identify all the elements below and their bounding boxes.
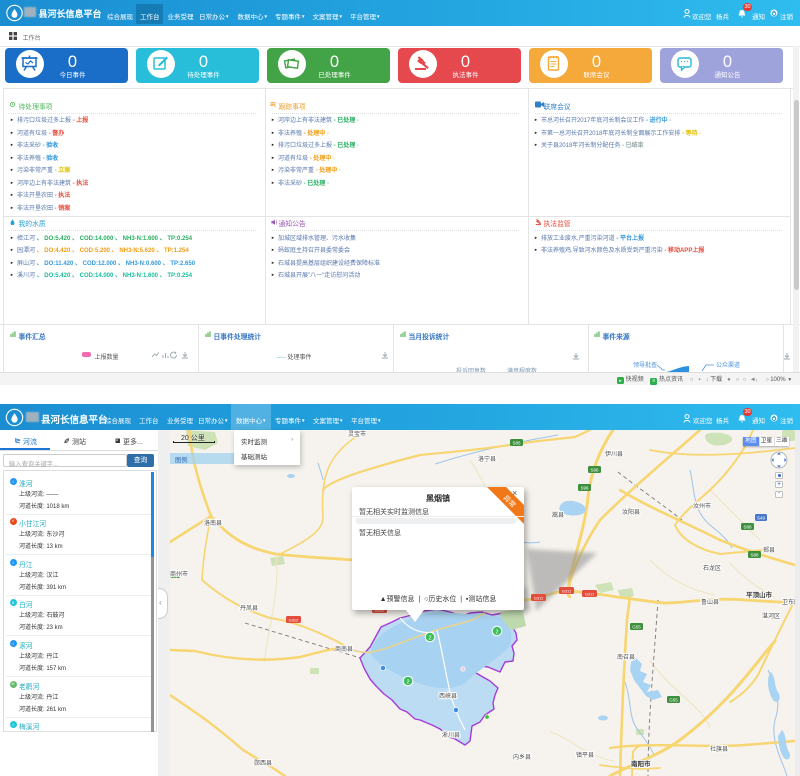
svg-text:2: 2 [495,630,498,636]
svg-text:G311: G311 [562,589,572,594]
svg-text:湛河区: 湛河区 [762,612,780,620]
svg-text:郧西县: 郧西县 [254,759,272,767]
svg-text:汝阳县: 汝阳县 [622,508,640,516]
svg-text:S96: S96 [580,486,589,491]
svg-text:嵩县: 嵩县 [552,511,564,519]
svg-text:G311: G311 [585,592,595,597]
svg-text:淅川县: 淅川县 [442,731,460,739]
svg-text:2: 2 [406,680,409,686]
svg-text:西峡县: 西峡县 [439,692,457,700]
svg-text:汝州市: 汝州市 [693,502,711,510]
svg-text:南召县: 南召县 [617,653,635,661]
svg-text:南阳市: 南阳市 [631,759,651,768]
svg-text:G312: G312 [289,618,300,623]
svg-text:伊川县: 伊川县 [605,450,623,458]
svg-text:洛宁县: 洛宁县 [478,455,496,463]
svg-text:S85: S85 [512,441,521,446]
svg-text:洛南县: 洛南县 [204,519,222,527]
svg-text:商南县: 商南县 [335,645,353,653]
svg-text:内乡县: 内乡县 [513,753,531,761]
svg-text:平顶山市: 平顶山市 [746,590,773,599]
svg-text:S88: S88 [750,553,759,558]
svg-text:社旗县: 社旗县 [710,745,728,753]
svg-text:S88: S88 [743,525,752,530]
svg-text:商州市: 商州市 [170,570,188,578]
svg-text:G55: G55 [632,625,641,630]
svg-text:S49: S49 [757,516,766,521]
svg-text:灵宝市: 灵宝市 [348,430,366,438]
svg-text:G55: G55 [669,698,678,703]
svg-text:鲁山县: 鲁山县 [701,598,719,606]
svg-text:S96: S96 [590,468,599,473]
svg-text:卫东区: 卫东区 [782,598,795,606]
svg-text:郏县: 郏县 [763,546,775,554]
svg-text:G311: G311 [534,596,544,601]
svg-text:丹凤县: 丹凤县 [240,605,258,612]
svg-text:石龙区: 石龙区 [703,564,721,572]
svg-text:2: 2 [428,636,431,642]
svg-text:镇平县: 镇平县 [576,751,594,759]
